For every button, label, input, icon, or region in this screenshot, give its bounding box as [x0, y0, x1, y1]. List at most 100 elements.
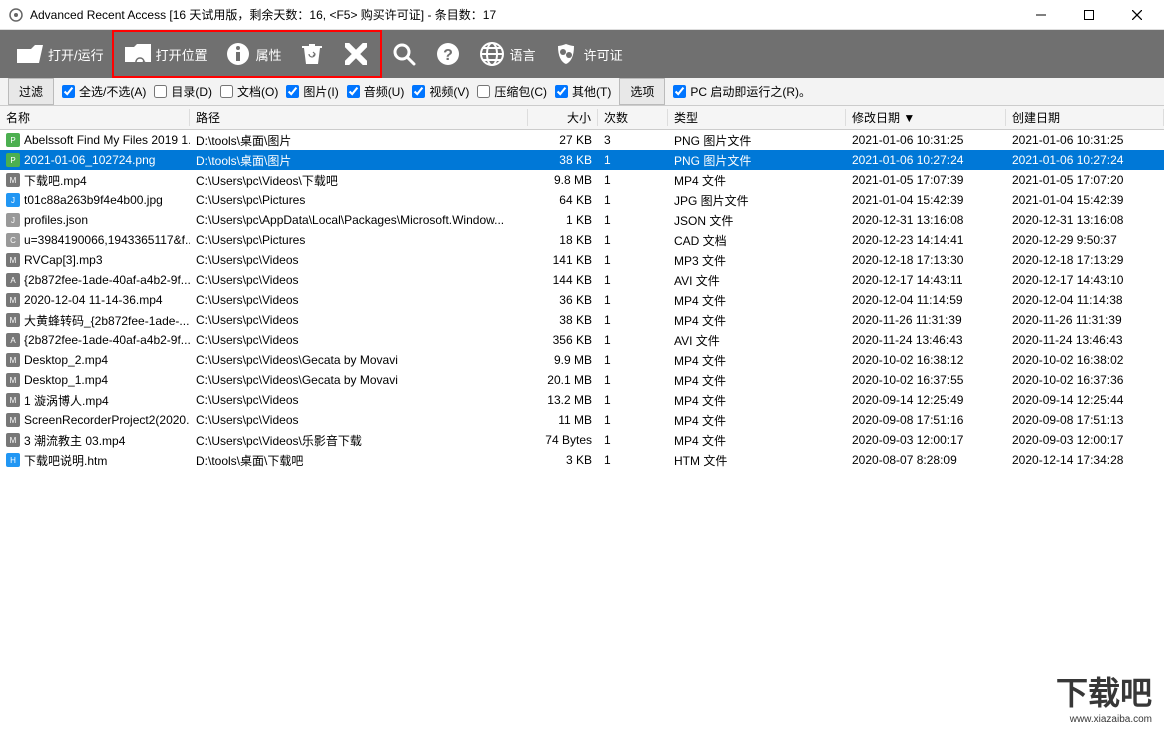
language-button[interactable]: 语言 — [470, 34, 544, 74]
open-location-button[interactable]: 打开位置 — [116, 34, 216, 74]
cell-count: 1 — [598, 373, 668, 387]
license-button[interactable]: 许可证 — [544, 34, 631, 74]
cell-name: 1 漩涡博人.mp4 — [24, 392, 109, 409]
cell-path: C:\Users\pc\Videos\Gecata by Movavi — [190, 353, 528, 367]
close-button[interactable] — [1122, 3, 1152, 27]
globe-icon — [478, 40, 506, 68]
table-row[interactable]: H下载吧说明.htmD:\tools\桌面\下载吧3 KB1HTM 文件2020… — [0, 450, 1164, 470]
cell-modified: 2021-01-06 10:31:25 — [846, 133, 1006, 147]
cell-created: 2021-01-06 10:31:25 — [1006, 133, 1164, 147]
cell-created: 2020-12-29 9:50:37 — [1006, 233, 1164, 247]
app-icon — [8, 7, 24, 23]
table-row[interactable]: M3 潮流教主 03.mp4C:\Users\pc\Videos\乐影音下载74… — [0, 430, 1164, 450]
doc-checkbox[interactable]: 文档(O) — [220, 83, 278, 100]
table-row[interactable]: P2021-01-06_102724.pngD:\tools\桌面\图片38 K… — [0, 150, 1164, 170]
cell-name: 3 潮流教主 03.mp4 — [24, 432, 125, 449]
file-type-icon: M — [6, 413, 20, 427]
cell-type: MP4 文件 — [668, 312, 846, 329]
cell-size: 38 KB — [528, 313, 598, 327]
table-row[interactable]: MRVCap[3].mp3C:\Users\pc\Videos141 KB1MP… — [0, 250, 1164, 270]
table-row[interactable]: MDesktop_1.mp4C:\Users\pc\Videos\Gecata … — [0, 370, 1164, 390]
cell-path: D:\tools\桌面\图片 — [190, 132, 528, 149]
audio-checkbox[interactable]: 音频(U) — [347, 83, 405, 100]
filter-tab[interactable]: 过滤 — [8, 78, 54, 105]
video-checkbox[interactable]: 视频(V) — [412, 83, 469, 100]
cell-size: 20.1 MB — [528, 373, 598, 387]
recycle-button[interactable] — [290, 34, 334, 74]
col-name-header[interactable]: 名称 — [0, 109, 190, 126]
cell-modified: 2020-08-07 8:28:09 — [846, 453, 1006, 467]
help-button[interactable]: ? — [426, 34, 470, 74]
archive-checkbox[interactable]: 压缩包(C) — [477, 83, 547, 100]
cell-path: C:\Users\pc\Videos — [190, 313, 528, 327]
cell-type: AVI 文件 — [668, 332, 846, 349]
cell-count: 1 — [598, 233, 668, 247]
other-checkbox[interactable]: 其他(T) — [555, 83, 611, 100]
cell-created: 2020-11-24 13:46:43 — [1006, 333, 1164, 347]
col-path-header[interactable]: 路径 — [190, 109, 528, 126]
cell-size: 36 KB — [528, 293, 598, 307]
cell-size: 356 KB — [528, 333, 598, 347]
cell-size: 1 KB — [528, 213, 598, 227]
table-row[interactable]: M下载吧.mp4C:\Users\pc\Videos\下载吧9.8 MB1MP4… — [0, 170, 1164, 190]
watermark-main: 下载吧 — [1056, 675, 1152, 711]
cell-type: CAD 文档 — [668, 232, 846, 249]
img-checkbox[interactable]: 图片(I) — [286, 83, 338, 100]
open-run-button[interactable]: 打开/运行 — [8, 34, 112, 74]
cell-modified: 2021-01-06 10:27:24 — [846, 153, 1006, 167]
license-shield-icon — [552, 40, 580, 68]
dir-checkbox[interactable]: 目录(D) — [154, 83, 212, 100]
maximize-button[interactable] — [1074, 3, 1104, 27]
table-row[interactable]: MDesktop_2.mp4C:\Users\pc\Videos\Gecata … — [0, 350, 1164, 370]
col-type-header[interactable]: 类型 — [668, 109, 846, 126]
titlebar: Advanced Recent Access [16 天试用版，剩余天数：16,… — [0, 0, 1164, 30]
file-type-icon: M — [6, 433, 20, 447]
cell-size: 64 KB — [528, 193, 598, 207]
cell-name: ScreenRecorderProject2(2020... — [24, 413, 190, 427]
col-created-header[interactable]: 创建日期 — [1006, 109, 1164, 126]
col-size-header[interactable]: 大小 — [528, 109, 598, 126]
table-row[interactable]: A{2b872fee-1ade-40af-a4b2-9f...C:\Users\… — [0, 330, 1164, 350]
file-type-icon: M — [6, 313, 20, 327]
cell-path: C:\Users\pc\Videos\乐影音下载 — [190, 432, 528, 449]
cell-type: MP4 文件 — [668, 392, 846, 409]
cell-size: 38 KB — [528, 153, 598, 167]
cell-type: JPG 图片文件 — [668, 192, 846, 209]
table-row[interactable]: PAbelssoft Find My Files 2019 1...D:\too… — [0, 130, 1164, 150]
table-row[interactable]: Jprofiles.jsonC:\Users\pc\AppData\Local\… — [0, 210, 1164, 230]
table-row[interactable]: M2020-12-04 11-14-36.mp4C:\Users\pc\Vide… — [0, 290, 1164, 310]
options-tab[interactable]: 选项 — [619, 78, 665, 105]
cell-created: 2020-12-04 11:14:38 — [1006, 293, 1164, 307]
cell-size: 13.2 MB — [528, 393, 598, 407]
col-count-header[interactable]: 次数 — [598, 109, 668, 126]
delete-button[interactable] — [334, 34, 378, 74]
file-type-icon: A — [6, 333, 20, 347]
properties-button[interactable]: 属性 — [216, 34, 290, 74]
highlighted-tools: 打开位置 属性 — [112, 30, 382, 78]
cell-count: 1 — [598, 193, 668, 207]
cell-created: 2020-11-26 11:31:39 — [1006, 313, 1164, 327]
filterbar: 过滤 全选/不选(A) 目录(D) 文档(O) 图片(I) 音频(U) 视频(V… — [0, 78, 1164, 106]
table-row[interactable]: Jt01c88a263b9f4e4b00.jpgC:\Users\pc\Pict… — [0, 190, 1164, 210]
cell-modified: 2020-09-03 12:00:17 — [846, 433, 1006, 447]
cell-created: 2020-12-31 13:16:08 — [1006, 213, 1164, 227]
cell-path: C:\Users\pc\Videos — [190, 333, 528, 347]
minimize-button[interactable] — [1026, 3, 1056, 27]
file-type-icon: J — [6, 213, 20, 227]
col-modified-header[interactable]: 修改日期 ▼ — [846, 109, 1006, 126]
table-row[interactable]: Cu=3984190066,1943365117&f...C:\Users\pc… — [0, 230, 1164, 250]
file-type-icon: M — [6, 373, 20, 387]
table-row[interactable]: M1 漩涡博人.mp4C:\Users\pc\Videos13.2 MB1MP4… — [0, 390, 1164, 410]
startup-checkbox[interactable]: PC 启动即运行之(R)。 — [673, 83, 811, 100]
cell-count: 1 — [598, 333, 668, 347]
search-button[interactable] — [382, 34, 426, 74]
file-type-icon: J — [6, 193, 20, 207]
table-row[interactable]: A{2b872fee-1ade-40af-a4b2-9f...C:\Users\… — [0, 270, 1164, 290]
table-row[interactable]: MScreenRecorderProject2(2020...C:\Users\… — [0, 410, 1164, 430]
table-row[interactable]: M大黄蜂转码_{2b872fee-1ade-...C:\Users\pc\Vid… — [0, 310, 1164, 330]
file-type-icon: P — [6, 153, 20, 167]
select-all-checkbox[interactable]: 全选/不选(A) — [62, 83, 146, 100]
cell-count: 3 — [598, 133, 668, 147]
cell-path: C:\Users\pc\Pictures — [190, 233, 528, 247]
cell-created: 2021-01-05 17:07:20 — [1006, 173, 1164, 187]
